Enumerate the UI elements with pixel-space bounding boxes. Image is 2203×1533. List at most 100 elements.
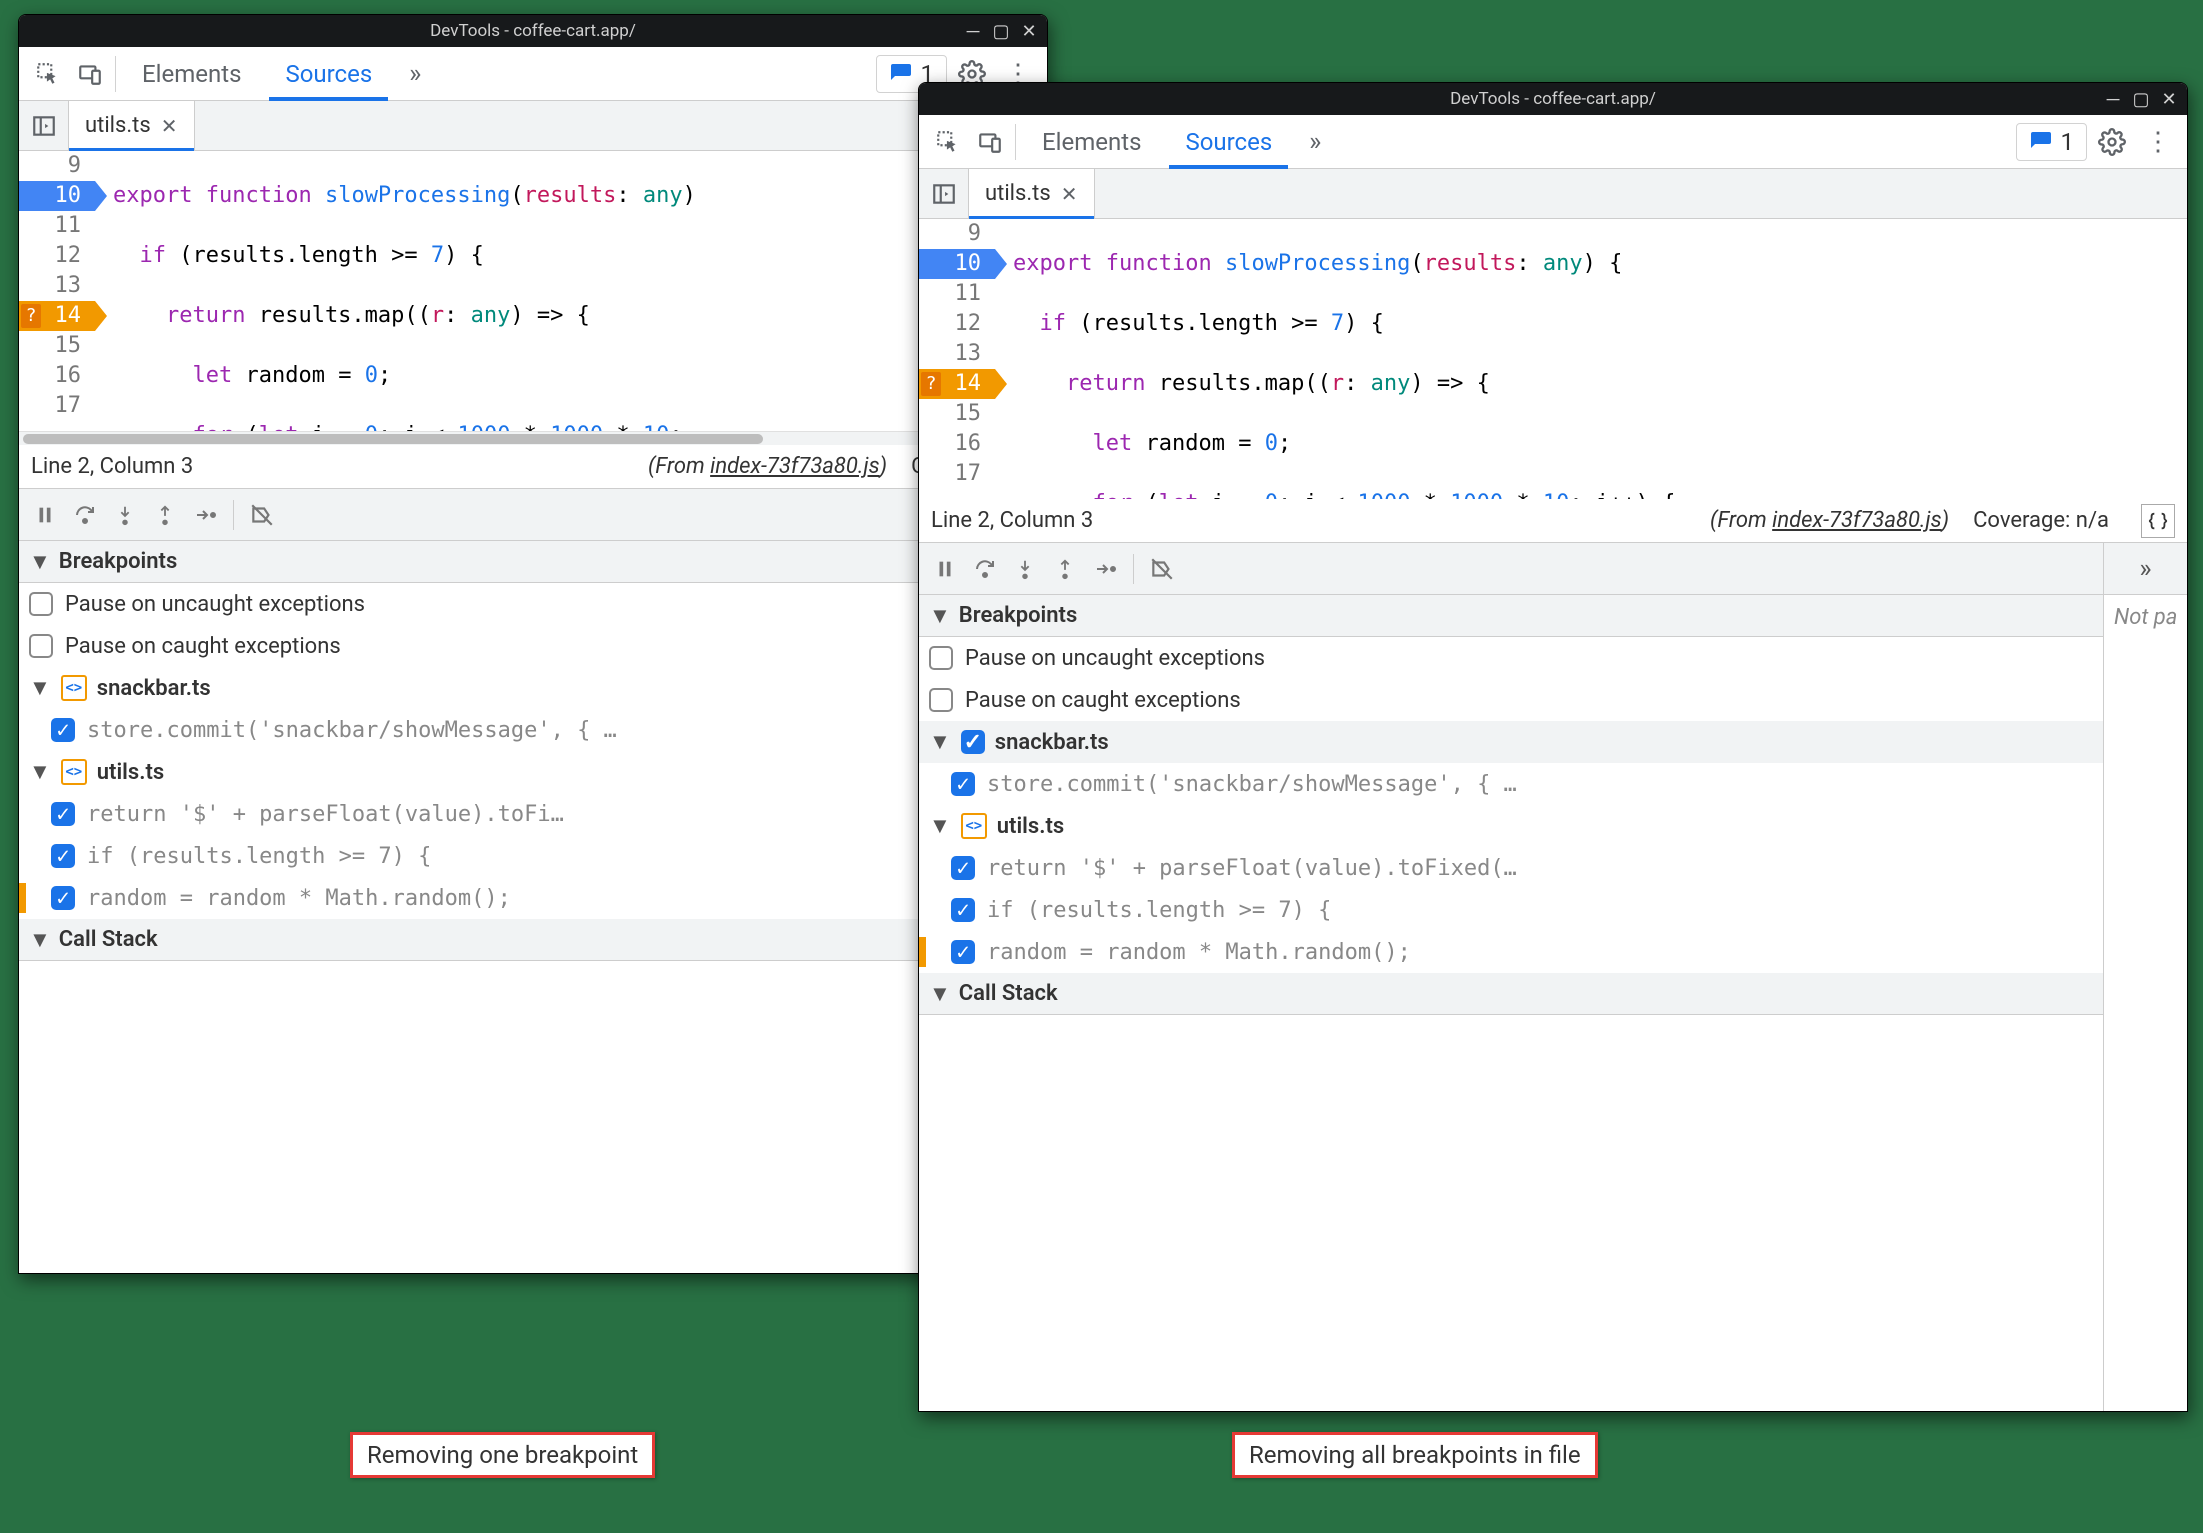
more-tabs-icon[interactable]: » <box>1294 121 1336 163</box>
checkbox-checked[interactable]: ✓ <box>51 886 75 910</box>
device-toggle-icon[interactable] <box>969 121 1011 163</box>
breakpoint-group-utils[interactable]: ▼ <> utils.ts <box>19 751 1047 793</box>
checkbox-unchecked[interactable] <box>929 688 953 712</box>
step-into-icon[interactable] <box>1005 549 1045 589</box>
breakpoints-section-header[interactable]: ▼ Breakpoints <box>919 595 2187 637</box>
tab-sources[interactable]: Sources <box>1163 115 1294 168</box>
issues-badge[interactable]: 1 <box>2016 123 2088 161</box>
checkbox-checked[interactable]: ✓ <box>961 730 985 754</box>
breakpoint-group-utils[interactable]: ▼ <> utils.ts <box>919 805 2187 847</box>
gutter-line-conditional-breakpoint[interactable]: ?14 <box>919 369 995 399</box>
deactivate-breakpoints-icon[interactable] <box>1142 549 1182 589</box>
checkbox-checked[interactable]: ✓ <box>951 856 975 880</box>
file-tab-utils[interactable]: utils.ts ✕ <box>69 101 195 150</box>
settings-icon[interactable] <box>2091 121 2133 163</box>
pause-icon[interactable] <box>25 495 65 535</box>
breakpoint-item[interactable]: ✓ random = random * Math.random(); 14 <box>919 931 2187 973</box>
close-button[interactable]: ✕ <box>2157 87 2181 111</box>
kebab-menu-icon[interactable]: ⋮ <box>2137 121 2179 163</box>
breakpoint-item[interactable]: ✓ if (results.length >= 7) { 10 <box>919 889 2187 931</box>
navigator-toggle-icon[interactable] <box>919 169 969 218</box>
step-over-icon[interactable] <box>965 549 1005 589</box>
tab-sources[interactable]: Sources <box>263 47 394 100</box>
gutter-line[interactable]: 13 <box>919 339 995 369</box>
pause-uncaught-row[interactable]: Pause on uncaught exceptions <box>919 637 2187 679</box>
step-icon[interactable] <box>185 495 225 535</box>
source-origin-link[interactable]: index-73f73a80.js <box>710 454 880 479</box>
more-tabs-icon[interactable]: » <box>394 53 436 95</box>
inspect-icon[interactable] <box>927 121 969 163</box>
gutter-line[interactable]: 11 <box>919 279 995 309</box>
step-over-icon[interactable] <box>65 495 105 535</box>
code-content[interactable]: export function slowProcessing(results: … <box>95 151 1047 431</box>
step-out-icon[interactable] <box>1045 549 1085 589</box>
titlebar[interactable]: DevTools - coffee-cart.app/ ─ ▢ ✕ <box>919 83 2187 115</box>
code-editor[interactable]: 9 10 11 12 13 ?14 15 16 17 export functi… <box>19 151 1047 431</box>
code-content[interactable]: export function slowProcessing(results: … <box>995 219 2187 499</box>
gutter-line[interactable]: 17 <box>19 391 95 421</box>
deactivate-breakpoints-icon[interactable] <box>242 495 282 535</box>
breakpoint-item[interactable]: ✓ store.commit('snackbar/showMessage', {… <box>919 763 2187 805</box>
breakpoint-item[interactable]: ✓ random = random * Math.random(); 14 <box>19 877 1047 919</box>
callstack-section-header[interactable]: ▼ Call Stack <box>919 973 2187 1015</box>
gutter-line[interactable]: 9 <box>919 219 995 249</box>
gutter-line[interactable]: 15 <box>919 399 995 429</box>
gutter-line[interactable]: 13 <box>19 271 95 301</box>
file-tab-utils[interactable]: utils.ts ✕ <box>969 169 1095 218</box>
checkbox-checked[interactable]: ✓ <box>951 940 975 964</box>
inspect-icon[interactable] <box>27 53 69 95</box>
horizontal-scrollbar[interactable] <box>19 431 1047 445</box>
checkbox-checked[interactable]: ✓ <box>51 844 75 868</box>
gutter-line[interactable]: 9 <box>19 151 95 181</box>
breakpoint-group-snackbar-hovered[interactable]: ▼ ✓ snackbar.ts <box>919 721 2187 763</box>
breakpoint-item[interactable]: ✓ return '$' + parseFloat(value).toFixed… <box>919 847 2187 889</box>
gutter-line[interactable]: 11 <box>19 211 95 241</box>
pretty-print-icon[interactable] <box>2141 504 2175 538</box>
checkbox-unchecked[interactable] <box>29 592 53 616</box>
gutter-line[interactable]: 15 <box>19 331 95 361</box>
gutter-line[interactable]: 17 <box>919 459 995 489</box>
breakpoint-item-hovered[interactable]: ✓ return '$' + parseFloat(value).toFi… 2 <box>19 793 1047 835</box>
pause-caught-row[interactable]: Pause on caught exceptions <box>19 625 1047 667</box>
breakpoint-item[interactable]: ✓ store.commit('snackbar/showMessage', {… <box>19 709 1047 751</box>
gutter-line-breakpoint[interactable]: 10 <box>919 249 995 279</box>
step-out-icon[interactable] <box>145 495 185 535</box>
source-origin-link[interactable]: index-73f73a80.js <box>1772 508 1942 533</box>
breakpoint-item[interactable]: ✓ if (results.length >= 7) { 10 <box>19 835 1047 877</box>
minimize-button[interactable]: ─ <box>2101 87 2125 111</box>
step-icon[interactable] <box>1085 549 1125 589</box>
tab-elements[interactable]: Elements <box>120 47 263 100</box>
close-tab-icon[interactable]: ✕ <box>161 114 178 138</box>
line-gutter[interactable]: 9 10 11 12 13 ?14 15 16 17 <box>919 219 995 499</box>
gutter-line[interactable]: 12 <box>19 241 95 271</box>
code-editor[interactable]: 9 10 11 12 13 ?14 15 16 17 export functi… <box>919 219 2187 499</box>
checkbox-checked[interactable]: ✓ <box>951 898 975 922</box>
device-toggle-icon[interactable] <box>69 53 111 95</box>
pause-icon[interactable] <box>925 549 965 589</box>
pause-uncaught-row[interactable]: Pause on uncaught exceptions <box>19 583 1047 625</box>
gutter-line[interactable]: 16 <box>19 361 95 391</box>
gutter-line[interactable]: 12 <box>919 309 995 339</box>
checkbox-checked[interactable]: ✓ <box>51 802 75 826</box>
more-panes-icon[interactable]: » <box>2104 543 2187 595</box>
gutter-line[interactable]: 16 <box>919 429 995 459</box>
close-button[interactable]: ✕ <box>1017 19 1041 43</box>
line-gutter[interactable]: 9 10 11 12 13 ?14 15 16 17 <box>19 151 95 431</box>
checkbox-unchecked[interactable] <box>29 634 53 658</box>
gutter-line-conditional-breakpoint[interactable]: ?14 <box>19 301 95 331</box>
maximize-button[interactable]: ▢ <box>989 19 1013 43</box>
checkbox-checked[interactable]: ✓ <box>51 718 75 742</box>
callstack-section-header[interactable]: ▼ Call Stack <box>19 919 1047 961</box>
navigator-toggle-icon[interactable] <box>19 101 69 150</box>
gutter-line-breakpoint[interactable]: 10 <box>19 181 95 211</box>
titlebar[interactable]: DevTools - coffee-cart.app/ ─ ▢ ✕ <box>19 15 1047 47</box>
maximize-button[interactable]: ▢ <box>2129 87 2153 111</box>
minimize-button[interactable]: ─ <box>961 19 985 43</box>
step-into-icon[interactable] <box>105 495 145 535</box>
tab-elements[interactable]: Elements <box>1020 115 1163 168</box>
breakpoints-section-header[interactable]: ▼ Breakpoints <box>19 541 1047 583</box>
breakpoint-group-snackbar[interactable]: ▼ <> snackbar.ts <box>19 667 1047 709</box>
checkbox-checked[interactable]: ✓ <box>951 772 975 796</box>
pause-caught-row[interactable]: Pause on caught exceptions <box>919 679 2187 721</box>
close-tab-icon[interactable]: ✕ <box>1061 182 1078 206</box>
